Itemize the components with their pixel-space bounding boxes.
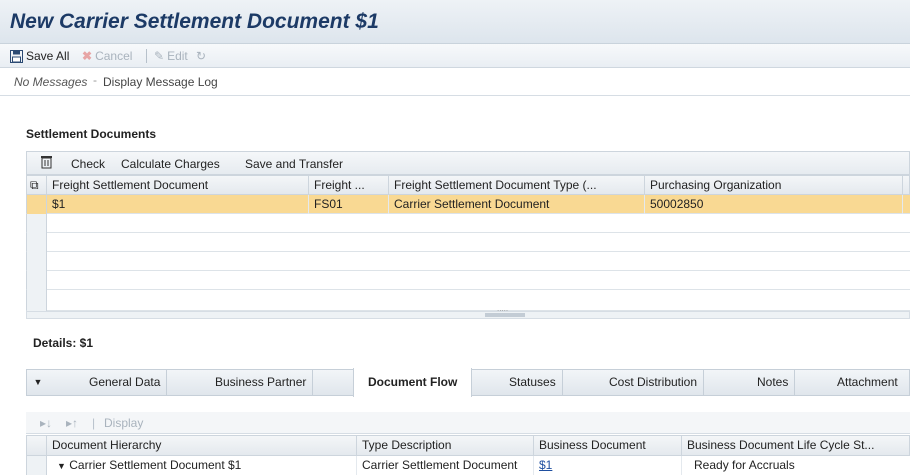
column-header[interactable]: Freight ...	[309, 176, 389, 196]
row-selector-header	[27, 436, 47, 456]
scrollbar-thumb[interactable]	[485, 313, 525, 317]
horizontal-scrollbar[interactable]: .....	[26, 304, 910, 319]
table-row[interactable]: ▼ Carrier Settlement Document $1 Carrier…	[26, 456, 910, 475]
page-title: New Carrier Settlement Document $1	[10, 10, 379, 33]
dash-icon: -	[93, 73, 97, 87]
refresh-icon: ↻	[196, 49, 207, 63]
document-flow-toolbar: ▸↓ ▸↑ | Display	[26, 412, 910, 434]
cell-document: $1	[47, 195, 309, 214]
row-selector[interactable]	[27, 252, 47, 271]
table-row-empty[interactable]	[26, 271, 910, 290]
tab-general-data[interactable]: General Data	[83, 370, 168, 396]
cell-type-description: Carrier Settlement Document	[389, 195, 645, 214]
edit-label: Edit	[167, 49, 188, 63]
pencil-icon: ✎	[154, 49, 165, 63]
cell-hierarchy[interactable]: ▼ Carrier Settlement Document $1	[47, 456, 357, 475]
cancel-button[interactable]: ✖ Cancel	[82, 49, 132, 63]
save-and-transfer-button[interactable]: Save and Transfer	[245, 157, 343, 171]
table-row-empty[interactable]	[26, 252, 910, 271]
cancel-icon: ✖	[82, 49, 93, 63]
settlement-section-title: Settlement Documents	[26, 127, 157, 141]
toolbar-separator	[146, 49, 147, 63]
scroll-indicator: .....	[497, 304, 509, 313]
cell-type-description: Carrier Settlement Document	[357, 456, 534, 475]
column-header[interactable]: Purchasing Organization	[645, 176, 903, 196]
title-bar: New Carrier Settlement Document $1	[0, 0, 910, 44]
column-header[interactable]: Business Document Life Cycle St...	[682, 436, 910, 456]
display-message-log-link[interactable]: Display Message Log	[103, 75, 218, 89]
cell-type-code: FS01	[309, 195, 389, 214]
column-header[interactable]: Type Description	[357, 436, 534, 456]
message-bar: No Messages - Display Message Log	[0, 68, 910, 96]
cell-business-document: $1	[534, 456, 682, 475]
tab-document-flow[interactable]: Document Flow	[353, 368, 473, 397]
calculate-charges-button[interactable]: Calculate Charges	[121, 157, 220, 171]
expand-all-icon[interactable]: ▸↓	[40, 416, 52, 430]
table-header: ⧉ Freight Settlement Document Freight ..…	[26, 175, 910, 196]
collapse-all-icon[interactable]: ▸↑	[66, 416, 78, 430]
table-row-empty[interactable]	[26, 290, 910, 311]
column-header[interactable]: Document Hierarchy	[47, 436, 357, 456]
save-all-label: Save All	[26, 49, 70, 63]
tab-menu-chevron-icon[interactable]: ▼	[27, 370, 49, 396]
tab-business-partner[interactable]: Business Partner	[209, 370, 314, 396]
save-icon	[10, 49, 23, 63]
row-selector[interactable]	[27, 214, 47, 233]
tab-statuses[interactable]: Statuses	[503, 370, 563, 396]
tab-attachment[interactable]: Attachment	[831, 370, 904, 396]
refresh-button[interactable]: ↻	[196, 49, 206, 63]
row-selector[interactable]	[27, 233, 47, 252]
save-all-button[interactable]: Save All	[10, 49, 69, 63]
edit-button[interactable]: ✎ Edit	[154, 49, 188, 63]
column-header[interactable]: Business Document	[534, 436, 682, 456]
main-toolbar: Save All ✖ Cancel ✎ Edit ↻	[0, 44, 910, 68]
check-button[interactable]: Check	[71, 157, 105, 171]
table-row[interactable]: $1 FS01 Carrier Settlement Document 5000…	[26, 195, 910, 214]
tab-cost-distribution[interactable]: Cost Distribution	[603, 370, 705, 396]
column-header[interactable]: Freight Settlement Document	[47, 176, 309, 196]
details-tab-strip: ▼ General Data Business Partner Document…	[26, 368, 910, 397]
display-button[interactable]: Display	[104, 416, 143, 430]
column-header[interactable]: Freight Settlement Document Type (...	[389, 176, 645, 196]
row-selector[interactable]	[27, 271, 47, 290]
cell-purchasing-org: 50002850	[645, 195, 903, 214]
details-section-title: Details: $1	[33, 336, 94, 350]
table-row-empty[interactable]	[26, 214, 910, 233]
toolbar-separator: |	[92, 416, 96, 430]
tree-expand-icon[interactable]: ▼	[57, 461, 66, 471]
settlement-table-toolbar: Check Calculate Charges Save and Transfe…	[26, 151, 910, 175]
row-selector[interactable]	[27, 456, 47, 475]
row-selector[interactable]	[27, 195, 47, 214]
row-selector[interactable]	[27, 290, 47, 311]
business-document-link[interactable]: $1	[539, 458, 552, 472]
hierarchy-label: Carrier Settlement Document $1	[69, 458, 242, 472]
no-messages-text: No Messages	[14, 75, 88, 89]
table-row-empty[interactable]	[26, 233, 910, 252]
cancel-label: Cancel	[95, 49, 133, 63]
cell-life-cycle-status: Ready for Accruals	[682, 456, 910, 475]
column-settings-icon[interactable]: ⧉	[27, 176, 47, 196]
tab-notes[interactable]: Notes	[751, 370, 796, 396]
document-flow-header: Document Hierarchy Type Description Busi…	[26, 435, 910, 456]
delete-icon[interactable]	[41, 155, 52, 172]
